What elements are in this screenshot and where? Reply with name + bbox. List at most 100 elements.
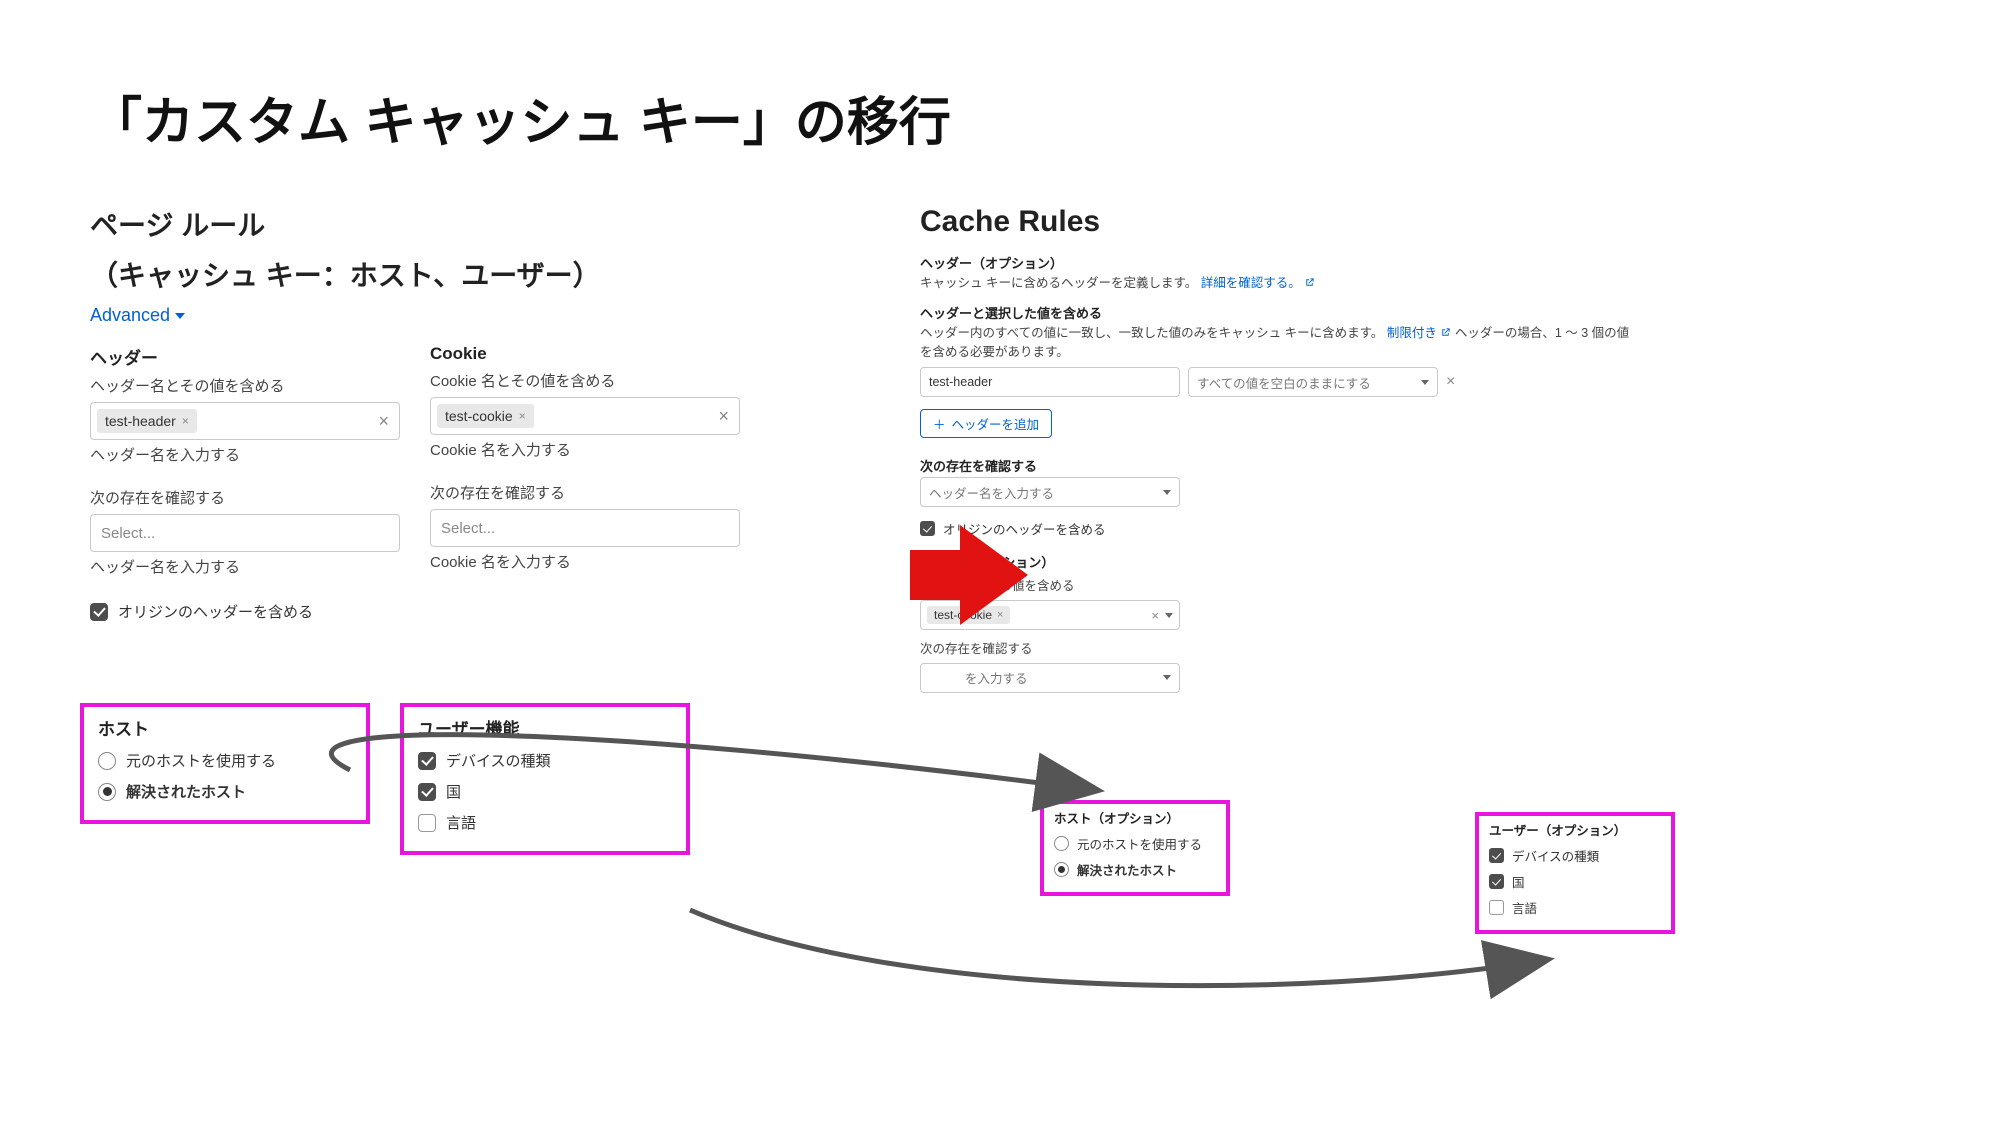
select-placeholder: Select...	[441, 520, 495, 537]
checkbox-checked-icon[interactable]	[1489, 848, 1504, 863]
user-opt3-label: 言語	[446, 812, 476, 833]
host-opt2-label: 解決されたホスト	[126, 781, 246, 802]
r-user-opt1-label: デバイスの種類	[1512, 846, 1599, 865]
page-title: 「カスタム キャッシュ キー」の移行	[90, 80, 1910, 155]
cookie-tag-input[interactable]: test-cookie × ×	[430, 397, 740, 435]
header-chip-text: test-header	[105, 413, 176, 429]
left-heading-2: （キャッシュ キー：ホスト、ユーザー）	[90, 255, 760, 297]
chevron-down-icon	[1163, 490, 1171, 495]
details-link[interactable]: 詳細を確認する。	[1201, 276, 1316, 290]
advanced-toggle[interactable]: Advanced	[90, 305, 186, 326]
checkbox-checked-icon[interactable]	[418, 752, 436, 770]
header-hint2: ヘッダー名を入力する	[90, 556, 400, 577]
cookie-hint2: Cookie 名を入力する	[430, 551, 740, 572]
r-presence-select[interactable]: ヘッダー名を入力する	[920, 477, 1180, 507]
origin-header-label: オリジンのヘッダーを含める	[118, 601, 313, 622]
user-country-checkbox[interactable]: 国	[418, 781, 672, 802]
remove-row-icon[interactable]: ×	[1446, 373, 1455, 391]
radio-unchecked-icon[interactable]	[1054, 836, 1069, 851]
chevron-down-icon	[174, 311, 186, 321]
arrow-right-icon	[910, 520, 1030, 630]
r-host-highlight-box: ホスト（オプション） 元のホストを使用する 解決されたホスト	[1040, 800, 1230, 896]
r-host-option-original[interactable]: 元のホストを使用する	[1054, 834, 1216, 853]
r-header-opt-desc: キャッシュ キーに含めるヘッダーを定義します。 詳細を確認する。	[920, 274, 1640, 293]
chip-remove-icon[interactable]: ×	[182, 414, 189, 428]
user-lang-checkbox[interactable]: 言語	[418, 812, 672, 833]
r-user-country-checkbox[interactable]: 国	[1489, 872, 1661, 891]
r-cookie-ph: を入力する	[965, 668, 1028, 687]
header-tag-input[interactable]: test-header × ×	[90, 402, 400, 440]
r-header-sel-title: ヘッダーと選択した値を含める	[920, 303, 1640, 322]
checkbox-checked-icon[interactable]	[90, 603, 108, 621]
host-opt1-label: 元のホストを使用する	[126, 750, 276, 771]
checkbox-unchecked-icon[interactable]	[418, 814, 436, 832]
chevron-down-icon	[1421, 380, 1429, 385]
clear-icon[interactable]: ×	[714, 406, 733, 427]
origin-header-checkbox-row[interactable]: オリジンのヘッダーを含める	[90, 601, 760, 622]
plus-icon: ＋	[933, 414, 946, 433]
restricted-link[interactable]: 制限付き	[1387, 326, 1455, 340]
add-header-label: ヘッダーを追加	[952, 414, 1040, 433]
radio-checked-icon[interactable]	[1054, 862, 1069, 877]
cookie-chip[interactable]: test-cookie ×	[437, 404, 534, 428]
advanced-label: Advanced	[90, 305, 170, 326]
host-highlight-box: ホスト 元のホストを使用する 解決されたホスト	[80, 703, 370, 824]
r-host-opt2-label: 解決されたホスト	[1077, 860, 1177, 879]
host-option-resolved[interactable]: 解決されたホスト	[98, 781, 352, 802]
user-highlight-box: ユーザー機能 デバイスの種類 国 言語	[400, 703, 690, 855]
host-option-original[interactable]: 元のホストを使用する	[98, 750, 352, 771]
left-heading-1: ページ ルール	[90, 205, 760, 247]
r-user-device-checkbox[interactable]: デバイスの種類	[1489, 846, 1661, 865]
user-title: ユーザー機能	[418, 715, 672, 740]
header-chip[interactable]: test-header ×	[97, 409, 197, 433]
chevron-down-icon	[1165, 613, 1173, 618]
header-presence-label: 次の存在を確認する	[90, 487, 400, 508]
clear-icon[interactable]: ×	[1151, 608, 1159, 623]
r-user-lang-checkbox[interactable]: 言語	[1489, 898, 1661, 917]
checkbox-checked-icon[interactable]	[418, 783, 436, 801]
cookie-presence-label: 次の存在を確認する	[430, 482, 740, 503]
header-include-label: ヘッダー名とその値を含める	[90, 375, 400, 396]
cookie-title: Cookie	[430, 344, 740, 364]
checkbox-unchecked-icon[interactable]	[1489, 900, 1504, 915]
chip-remove-icon[interactable]: ×	[519, 409, 526, 423]
r-user-opt2-label: 国	[1512, 872, 1525, 891]
cookie-presence-select[interactable]: Select...	[430, 509, 740, 547]
header-hint: ヘッダー名を入力する	[90, 444, 400, 465]
right-heading: Cache Rules	[920, 205, 1640, 239]
external-link-icon	[1440, 327, 1451, 338]
add-header-button[interactable]: ＋ ヘッダーを追加	[920, 409, 1052, 438]
header-title: ヘッダー	[90, 344, 400, 369]
select-placeholder: Select...	[101, 525, 155, 542]
r-user-opt3-label: 言語	[1512, 898, 1537, 917]
radio-checked-icon[interactable]	[98, 783, 116, 801]
cookie-hint: Cookie 名を入力する	[430, 439, 740, 460]
r-host-title: ホスト（オプション）	[1054, 808, 1216, 827]
cookie-chip-text: test-cookie	[445, 408, 513, 424]
user-opt2-label: 国	[446, 781, 461, 802]
r-user-title: ユーザー（オプション）	[1489, 820, 1661, 839]
checkbox-checked-icon[interactable]	[1489, 874, 1504, 889]
r-cookie-presence-select[interactable]: pad を入力する	[920, 663, 1180, 693]
host-title: ホスト	[98, 715, 352, 740]
r-presence-placeholder: ヘッダー名を入力する	[929, 483, 1054, 502]
cookie-include-label: Cookie 名とその値を含める	[430, 370, 740, 391]
r-host-option-resolved[interactable]: 解決されたホスト	[1054, 860, 1216, 879]
chevron-down-icon	[1163, 675, 1171, 680]
clear-icon[interactable]: ×	[374, 411, 393, 432]
user-opt1-label: デバイスの種類	[446, 750, 551, 771]
r-select-placeholder: すべての値を空白のままにする	[1197, 373, 1371, 392]
radio-unchecked-icon[interactable]	[98, 752, 116, 770]
header-presence-select[interactable]: Select...	[90, 514, 400, 552]
header-subcolumn: ヘッダー ヘッダー名とその値を含める test-header × × ヘッダー名…	[90, 340, 400, 583]
r-cookie-presence: 次の存在を確認する	[920, 640, 1640, 659]
r-header-opt-title: ヘッダー（オプション）	[920, 253, 1640, 272]
r-header-input[interactable]: test-header	[920, 367, 1180, 397]
r-header-values-select[interactable]: すべての値を空白のままにする	[1188, 367, 1438, 397]
external-link-icon	[1304, 277, 1315, 288]
r-presence-title: 次の存在を確認する	[920, 456, 1640, 475]
cookie-subcolumn: Cookie Cookie 名とその値を含める test-cookie × × …	[430, 340, 740, 583]
left-column: ページ ルール （キャッシュ キー：ホスト、ユーザー） Advanced ヘッダ…	[90, 205, 760, 693]
r-user-highlight-box: ユーザー（オプション） デバイスの種類 国 言語	[1475, 812, 1675, 934]
user-device-checkbox[interactable]: デバイスの種類	[418, 750, 672, 771]
